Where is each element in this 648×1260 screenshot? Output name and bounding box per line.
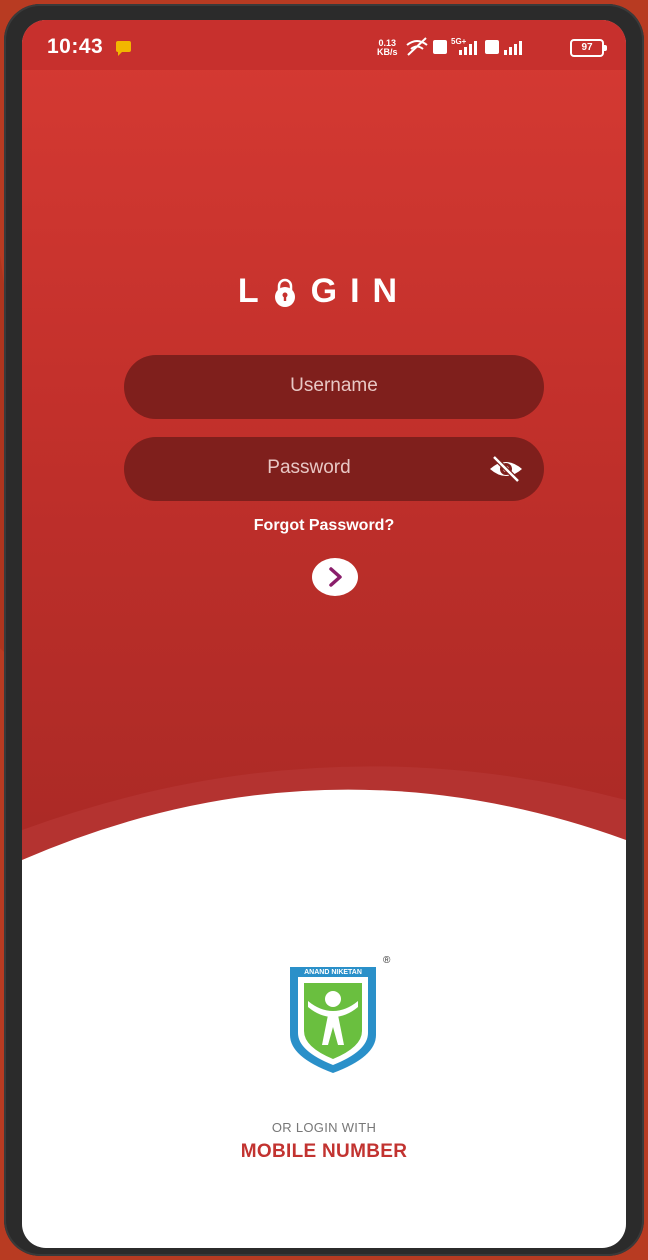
chevron-right-icon [329,567,342,587]
status-time: 10:43 [47,35,104,58]
phone-frame: 10:43 0.13 KB/s 5G+ 97 L GIN Username Pa… [4,4,644,1256]
svg-text:5G+: 5G+ [451,37,467,46]
volte-icon-1 [433,40,447,54]
wifi-off-icon [406,37,428,56]
mobile-number-login-link[interactable]: MOBILE NUMBER [22,1141,626,1163]
logo-text: ANAND NIKETAN [304,969,362,976]
login-title: L GIN [22,272,626,311]
or-login-with-label: OR LOGIN WITH [271,1120,377,1135]
volte-icon-2 [485,40,499,54]
status-icons: 5G+ [406,37,522,56]
school-logo: ANAND NIKETAN ® [290,955,391,1073]
password-field[interactable]: Password [124,437,544,501]
login-title-left: L [237,272,272,310]
message-icon [116,41,131,56]
login-title-right: GIN [310,272,411,310]
network-speed: 0.13 KB/s [377,39,398,57]
password-placeholder: Password [267,457,351,478]
wave-divider [22,766,626,980]
forgot-password-link[interactable]: Forgot Password? [22,517,626,535]
username-placeholder: Username [290,375,378,396]
battery-indicator: 97 [570,39,607,57]
login-submit-button[interactable] [312,558,358,596]
status-bar: 10:43 0.13 KB/s 5G+ 97 [22,20,626,70]
registered-mark: ® [383,955,391,966]
screen: 10:43 0.13 KB/s 5G+ 97 L GIN Username Pa… [22,20,626,1248]
signal-icon [504,41,522,55]
username-field[interactable]: Username [124,355,544,419]
signal-5g-icon: 5G+ [451,37,477,55]
svg-text:ANAND NIKETAN: ANAND NIKETAN [304,969,362,976]
eye-off-icon[interactable] [488,453,524,485]
lock-icon [272,278,298,307]
network-speed-unit: KB/s [377,47,398,57]
